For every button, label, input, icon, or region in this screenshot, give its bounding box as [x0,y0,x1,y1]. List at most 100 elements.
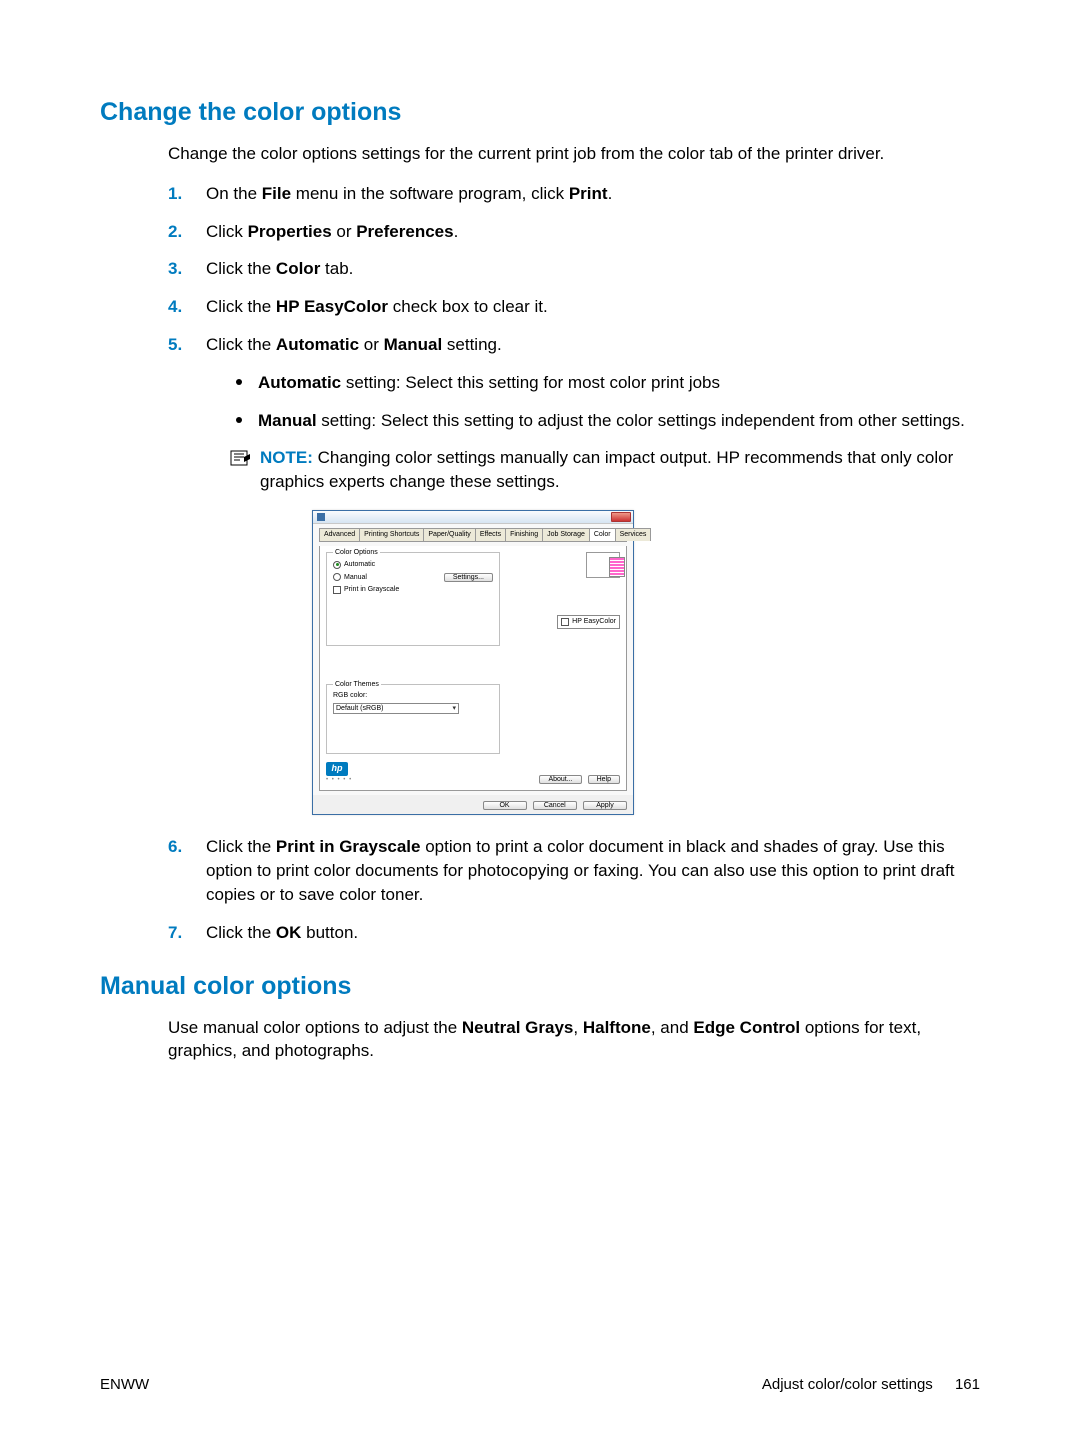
rgb-color-dropdown[interactable]: Default (sRGB) [333,703,459,715]
app-icon [317,513,325,521]
radio-manual-row: Manual Settings... [333,573,493,583]
print-grayscale-label: Print in Grayscale [344,585,399,595]
step-2: Click Properties or Preferences. [168,220,980,244]
bold-ok: OK [276,923,302,942]
bold-print: Print [569,184,608,203]
bold-automatic: Automatic [258,373,341,392]
checkbox-icon [561,618,569,626]
tab-job-storage[interactable]: Job Storage [542,528,590,541]
step-5: Click the Automatic or Manual setting. A… [168,333,980,815]
group-title-color-themes: Color Themes [333,680,381,690]
bold-file: File [262,184,291,203]
radio-manual-label: Manual [344,573,367,583]
dialog-body: Advanced Printing Shortcuts Paper/Qualit… [313,524,633,795]
radio-icon [333,573,341,581]
apply-button[interactable]: Apply [583,801,627,810]
dialog-footer: OK Cancel Apply [313,795,633,814]
step-4: Click the HP EasyColor check box to clea… [168,295,980,319]
step-6: Click the Print in Grayscale option to p… [168,835,980,906]
text: check box to clear it. [388,297,548,316]
page-preview-icon [586,552,620,578]
text: menu in the software program, click [291,184,569,203]
step-1: On the File menu in the software program… [168,182,980,206]
text: setting. [442,335,502,354]
text: . [608,184,613,203]
bullet-manual: Manual setting: Select this setting to a… [230,409,980,433]
substep-bullets: Automatic setting: Select this setting f… [230,371,980,433]
note-icon [230,448,252,468]
dialog-titlebar[interactable] [313,511,633,524]
text: button. [301,923,358,942]
color-tab-dialog: Advanced Printing Shortcuts Paper/Qualit… [312,510,634,815]
hp-logo-icon: hp [326,762,348,776]
heading-manual-color-options: Manual color options [100,969,980,1004]
footer-section-title: Adjust color/color settings [762,1376,933,1393]
about-help-buttons: About... Help [539,775,620,784]
checkbox-icon [333,586,341,594]
hp-easycolor-checkbox[interactable]: HP EasyColor [557,615,620,629]
bold-hpeasycolor: HP EasyColor [276,297,388,316]
text: Click the [206,259,276,278]
radio-automatic[interactable]: Automatic [333,560,493,570]
footer-right: Adjust color/color settings 161 [762,1374,980,1395]
close-icon[interactable] [611,512,631,522]
text: Use manual color options to adjust the [168,1018,462,1037]
bold-manual: Manual [258,411,317,430]
text: or [332,222,357,241]
tab-paper-quality[interactable]: Paper/Quality [423,528,475,541]
radio-automatic-label: Automatic [344,560,375,570]
tab-printing-shortcuts[interactable]: Printing Shortcuts [359,528,424,541]
bold-halftone: Halftone [583,1018,651,1037]
text: Click the [206,335,276,354]
tab-effects[interactable]: Effects [475,528,506,541]
page-footer: ENWW Adjust color/color settings 161 [100,1374,980,1395]
bold-preferences: Preferences [356,222,453,241]
tab-advanced[interactable]: Advanced [319,528,360,541]
bold-neutral-grays: Neutral Grays [462,1018,574,1037]
bullet-automatic: Automatic setting: Select this setting f… [230,371,980,395]
note-label: NOTE: [260,448,313,467]
tab-strip: Advanced Printing Shortcuts Paper/Qualit… [319,528,627,542]
bold-properties: Properties [248,222,332,241]
bold-automatic: Automatic [276,335,359,354]
group-title-color-options: Color Options [333,548,380,558]
radio-icon [333,561,341,569]
tab-services[interactable]: Services [615,528,652,541]
tab-panel-color: HP EasyColor Color Options Automatic [319,546,627,791]
help-button[interactable]: Help [588,775,620,784]
text: setting: Select this setting to adjust t… [317,411,965,430]
manual-intro-paragraph: Use manual color options to adjust the N… [168,1016,980,1064]
dropdown-value: Default (sRGB) [336,704,383,714]
about-button[interactable]: About... [539,775,581,784]
radio-manual[interactable]: Manual [333,573,367,583]
ok-button[interactable]: OK [483,801,527,810]
text: tab. [320,259,353,278]
text: , and [651,1018,694,1037]
text: setting: Select this setting for most co… [341,373,720,392]
intro-paragraph: Change the color options settings for th… [168,142,980,166]
steps-list-top: On the File menu in the software program… [168,182,980,945]
text: Click the [206,837,276,856]
checkbox-print-grayscale[interactable]: Print in Grayscale [333,585,493,595]
cancel-button[interactable]: Cancel [533,801,577,810]
logo-subtext: • • • • • [326,776,352,784]
tab-color[interactable]: Color [589,528,616,541]
dialog-bottom-row: hp • • • • • About... Help [326,762,620,784]
footer-left: ENWW [100,1374,149,1395]
text: Click [206,222,248,241]
group-color-themes: Color Themes RGB color: Default (sRGB) [326,684,500,754]
text: . [454,222,459,241]
text: or [359,335,384,354]
rgb-color-label: RGB color: [333,691,493,701]
preview-area: HP EasyColor [520,552,620,629]
page-number: 161 [955,1376,980,1393]
hp-easycolor-label: HP EasyColor [572,617,616,627]
settings-button[interactable]: Settings... [444,573,493,582]
dialog-screenshot: Advanced Printing Shortcuts Paper/Qualit… [312,510,980,815]
step-3: Click the Color tab. [168,257,980,281]
tab-finishing[interactable]: Finishing [505,528,543,541]
note-body: Changing color settings manually can imp… [260,448,953,491]
note-text: NOTE: Changing color settings manually c… [260,446,980,494]
document-page: Change the color options Change the colo… [0,0,1080,1437]
group-color-options: Color Options Automatic Manual [326,552,500,646]
